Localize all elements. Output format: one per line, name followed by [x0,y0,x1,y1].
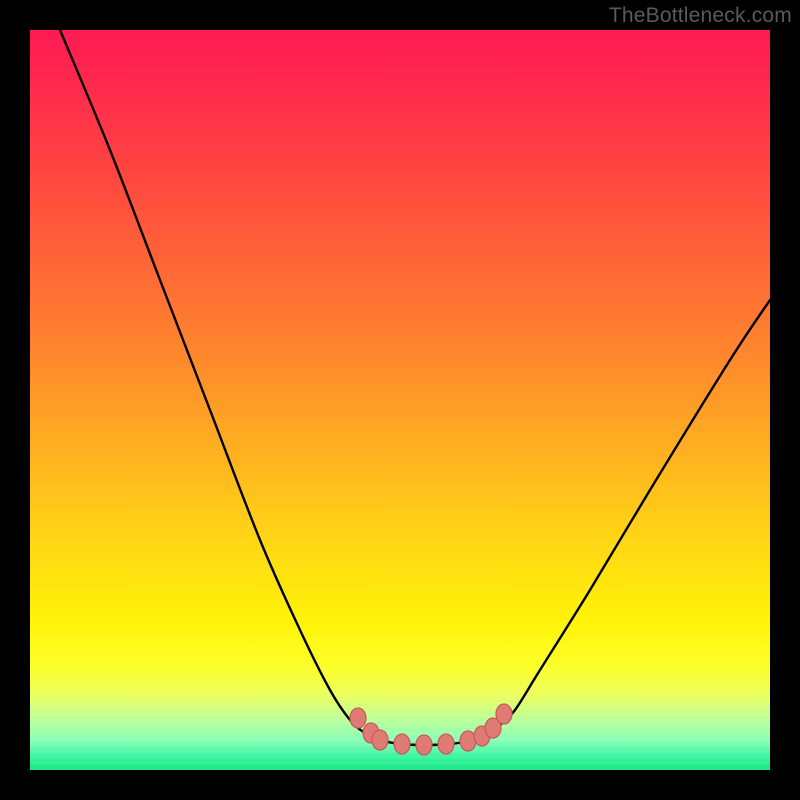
curve-marker-dot [438,734,454,754]
curve-marker-group [350,704,512,755]
bottleneck-curve-line [60,30,770,745]
curve-marker-dot [350,708,366,728]
chart-plot-area [30,30,770,770]
curve-marker-dot [496,704,512,724]
curve-marker-dot [416,735,432,755]
watermark-text: TheBottleneck.com [609,4,792,28]
curve-marker-dot [372,730,388,750]
bottleneck-curve-svg [30,30,770,770]
curve-marker-dot [394,734,410,754]
